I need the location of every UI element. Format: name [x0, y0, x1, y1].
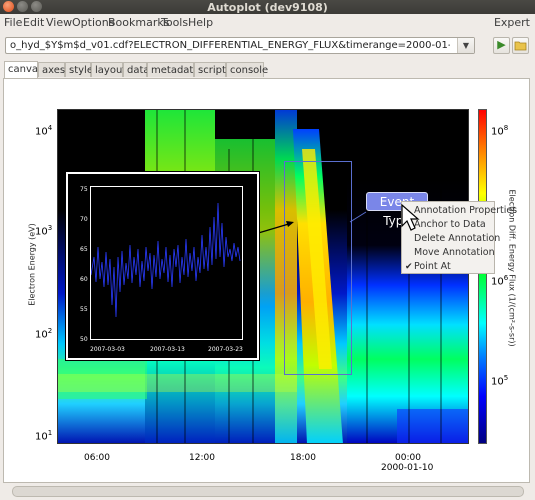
- inset-y-tick: 75: [80, 186, 88, 193]
- inset-pointer-arrow: [254, 222, 293, 235]
- mouse-cursor-icon: [401, 204, 420, 231]
- annotation-pointer-line: [349, 211, 367, 223]
- inset-x-tick: 2007-03-23: [208, 346, 243, 353]
- inset-timeseries-plot[interactable]: 75 70 65 60 55 50 2007-03-03 2007-03-13 …: [66, 172, 259, 360]
- inset-y-tick: 60: [80, 276, 88, 283]
- inset-series-line: [90, 202, 241, 318]
- menu-point-at[interactable]: Point At: [414, 261, 451, 272]
- menu-delete-annotation[interactable]: Delete Annotation: [414, 233, 500, 244]
- inset-y-tick: 65: [80, 246, 88, 253]
- horizontal-scrollbar[interactable]: [12, 486, 524, 497]
- inset-frame: [90, 186, 243, 340]
- inset-pointer-arrowhead: [286, 221, 294, 227]
- inset-x-tick: 2007-03-13: [150, 346, 185, 353]
- menu-move-annotation[interactable]: Move Annotation: [414, 247, 495, 258]
- inset-y-tick: 55: [80, 306, 88, 313]
- check-icon: ✔: [405, 262, 413, 272]
- inset-x-tick: 2007-03-03: [90, 346, 125, 353]
- inset-y-tick: 70: [80, 216, 88, 223]
- inset-y-tick: 50: [80, 336, 88, 343]
- menu-anchor-to-data[interactable]: Anchor to Data: [414, 219, 486, 230]
- menu-annotation-properties[interactable]: Annotation Properties: [414, 205, 517, 216]
